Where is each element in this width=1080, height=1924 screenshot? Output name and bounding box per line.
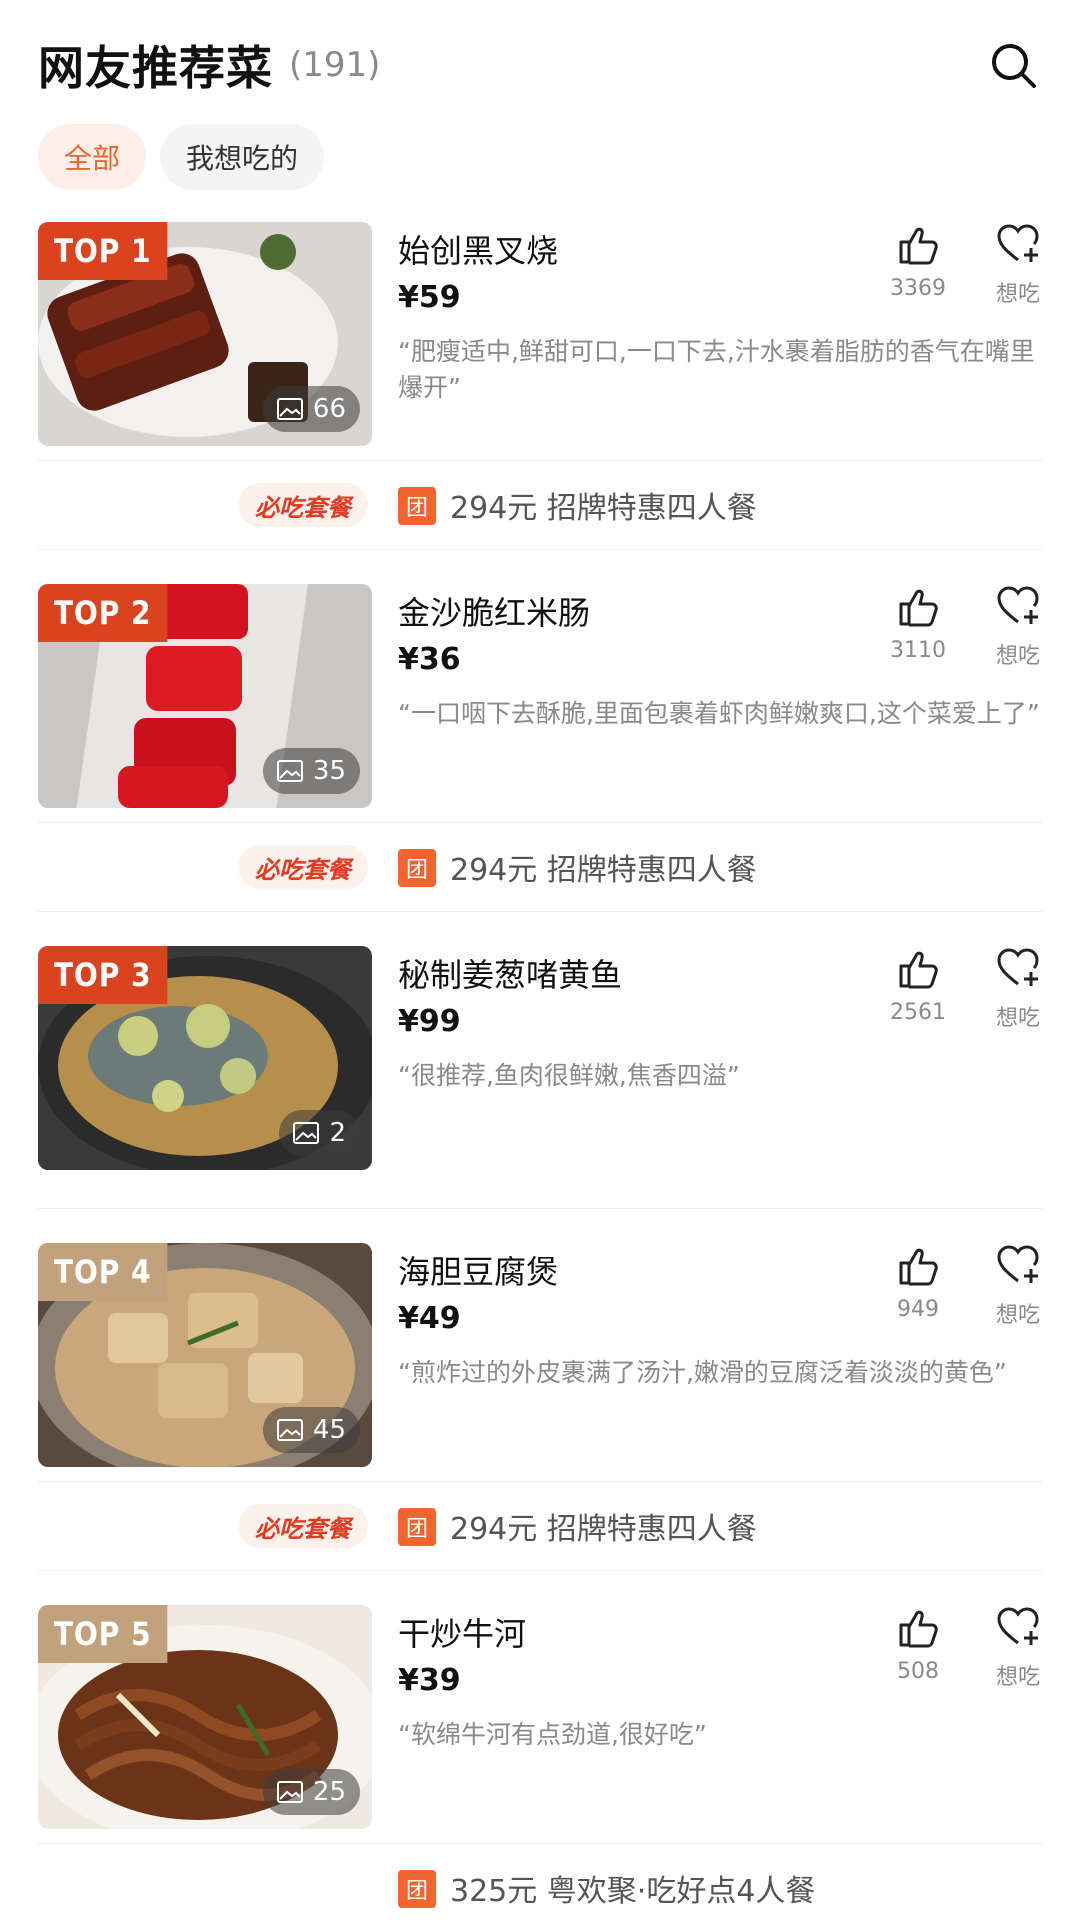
dish-review: “肥瘦适中,鲜甜可口,一口下去,汁水裹着脂肪的香气在嘴里爆开” [398,337,1035,402]
like-count: 508 [897,1659,939,1684]
like-button[interactable]: 3110 [868,584,968,663]
combo-text: 294元 招牌特惠四人餐 [450,1512,757,1547]
want-label: 想吃 [995,1665,1040,1690]
want-button[interactable]: 想吃 [968,946,1068,1032]
rank-badge: TOP 5 [38,1605,168,1663]
dish-review: “软绵牛河有点劲道,很好吃” [398,1720,707,1749]
want-label: 想吃 [995,282,1040,307]
photo-count[interactable]: 45 [262,1407,360,1453]
heart-plus-icon [997,948,1039,986]
dish-review: “很推荐,鱼肉很鲜嫩,焦香四溢” [398,1061,740,1090]
dish-list: TOP 1 66 始创黑叉烧 ¥59 “肥瘦适中,鲜甜可口,一口下去,汁水裹着脂… [38,222,1042,1924]
heart-plus-icon [997,1607,1039,1645]
page-title: 网友推荐菜 [38,41,273,95]
dish-review: “一口咽下去酥脆,里面包裹着虾肉鲜嫩爽口,这个菜爱上了” [398,699,1040,728]
rank-badge: TOP 1 [38,222,168,280]
thumbs-up-icon [899,951,938,989]
dish-item[interactable]: TOP 1 66 始创黑叉烧 ¥59 “肥瘦适中,鲜甜可口,一口下去,汁水裹着脂… [38,222,1042,584]
dish-name[interactable]: 干炒牛河 [398,1609,526,1655]
dish-item[interactable]: TOP 2 35 金沙脆红米肠 ¥36 “一口咽下去酥脆,里面包裹着虾肉鲜嫩爽口… [38,584,1042,946]
group-deal-icon: 团 [398,849,436,887]
group-deal-icon: 团 [398,487,436,525]
combo-deal[interactable]: 必吃套餐 团 294元 招牌特惠四人餐 [38,460,1042,550]
heart-plus-icon [997,1245,1039,1283]
like-count: 949 [897,1297,939,1322]
dish-count: (191) [289,45,381,85]
dish-price: ¥36 [398,642,461,677]
combo-deal[interactable]: 必吃套餐 团 294元 招牌特惠四人餐 [38,822,1042,912]
like-button[interactable]: 2561 [868,946,968,1025]
like-count: 3110 [890,638,946,663]
photo-count[interactable]: 2 [279,1110,360,1156]
dish-price: ¥49 [398,1301,461,1336]
image-icon [276,1419,303,1441]
group-deal-icon: 团 [398,1508,436,1546]
image-icon [276,398,303,420]
heart-plus-icon [997,224,1039,262]
dish-item[interactable]: TOP 5 25 干炒牛河 ¥39 “软绵牛河有点劲道,很好吃” 508 想吃 … [38,1605,1042,1924]
dish-name[interactable]: 海胆豆腐煲 [398,1247,558,1293]
dish-photo[interactable]: TOP 4 45 [38,1243,372,1467]
photo-count[interactable]: 35 [262,748,360,794]
dish-photo[interactable]: TOP 3 2 [38,946,372,1170]
like-button[interactable]: 3369 [868,222,968,301]
combo-text: 294元 招牌特惠四人餐 [450,491,757,526]
dish-price: ¥99 [398,1004,461,1039]
must-eat-combo-logo: 必吃套餐 [238,483,368,527]
image-icon [276,1781,303,1803]
photo-count-value: 35 [312,756,346,786]
photo-count-value: 66 [312,394,346,424]
dish-name[interactable]: 始创黑叉烧 [398,226,558,272]
dish-review: “煎炸过的外皮裹满了汤汁,嫩滑的豆腐泛着淡淡的黄色” [398,1358,1007,1387]
filter-all[interactable]: 全部 [38,124,147,190]
want-button[interactable]: 想吃 [968,584,1068,670]
search-icon [992,44,1036,88]
dish-price: ¥39 [398,1663,461,1698]
want-label: 想吃 [995,1303,1040,1328]
want-label: 想吃 [995,644,1040,669]
dish-item[interactable]: TOP 4 45 海胆豆腐煲 ¥49 “煎炸过的外皮裹满了汤汁,嫩滑的豆腐泛着淡… [38,1243,1042,1605]
thumbs-up-icon [899,589,938,627]
rank-badge: TOP 2 [38,584,168,642]
photo-count[interactable]: 25 [262,1769,360,1815]
combo-deal[interactable]: 团 325元 粤欢聚·吃好点4人餐 [38,1843,1042,1924]
thumbs-up-icon [899,1248,938,1286]
header: 网友推荐菜 (191) [38,30,1042,100]
dish-name[interactable]: 金沙脆红米肠 [398,588,590,634]
combo-deal[interactable]: 必吃套餐 团 294元 招牌特惠四人餐 [38,1481,1042,1571]
dish-item[interactable]: TOP 3 2 秘制姜葱啫黄鱼 ¥99 “很推荐,鱼肉很鲜嫩,焦香四溢” 256… [38,946,1042,1243]
must-eat-combo-logo: 必吃套餐 [238,1504,368,1548]
rank-badge: TOP 4 [38,1243,168,1301]
search-button[interactable] [986,38,1042,94]
combo-text: 294元 招牌特惠四人餐 [450,853,757,888]
want-button[interactable]: 想吃 [968,222,1068,308]
filter-want-to-eat[interactable]: 我想吃的 [160,124,325,190]
dish-photo[interactable]: TOP 5 25 [38,1605,372,1829]
dish-price: ¥59 [398,280,461,315]
thumbs-up-icon [899,1610,938,1648]
must-eat-combo-logo: 必吃套餐 [238,845,368,889]
dish-name[interactable]: 秘制姜葱啫黄鱼 [398,950,622,996]
photo-count-value: 25 [312,1777,346,1807]
like-count: 2561 [890,1000,946,1025]
want-button[interactable]: 想吃 [968,1605,1068,1691]
thumbs-up-icon [899,227,938,265]
dish-photo[interactable]: TOP 2 35 [38,584,372,808]
photo-count-value: 45 [312,1415,346,1445]
filter-chips: 全部 我想吃的 [38,124,325,190]
image-icon [276,760,303,782]
dish-photo[interactable]: TOP 1 66 [38,222,372,446]
rank-badge: TOP 3 [38,946,168,1004]
want-button[interactable]: 想吃 [968,1243,1068,1329]
combo-text: 325元 粤欢聚·吃好点4人餐 [450,1874,816,1909]
like-count: 3369 [890,276,946,301]
want-label: 想吃 [995,1006,1040,1031]
group-deal-icon: 团 [398,1870,436,1908]
image-icon [293,1122,320,1144]
photo-count[interactable]: 66 [262,386,360,432]
like-button[interactable]: 508 [868,1605,968,1684]
photo-count-value: 2 [329,1118,346,1148]
heart-plus-icon [997,586,1039,624]
like-button[interactable]: 949 [868,1243,968,1322]
